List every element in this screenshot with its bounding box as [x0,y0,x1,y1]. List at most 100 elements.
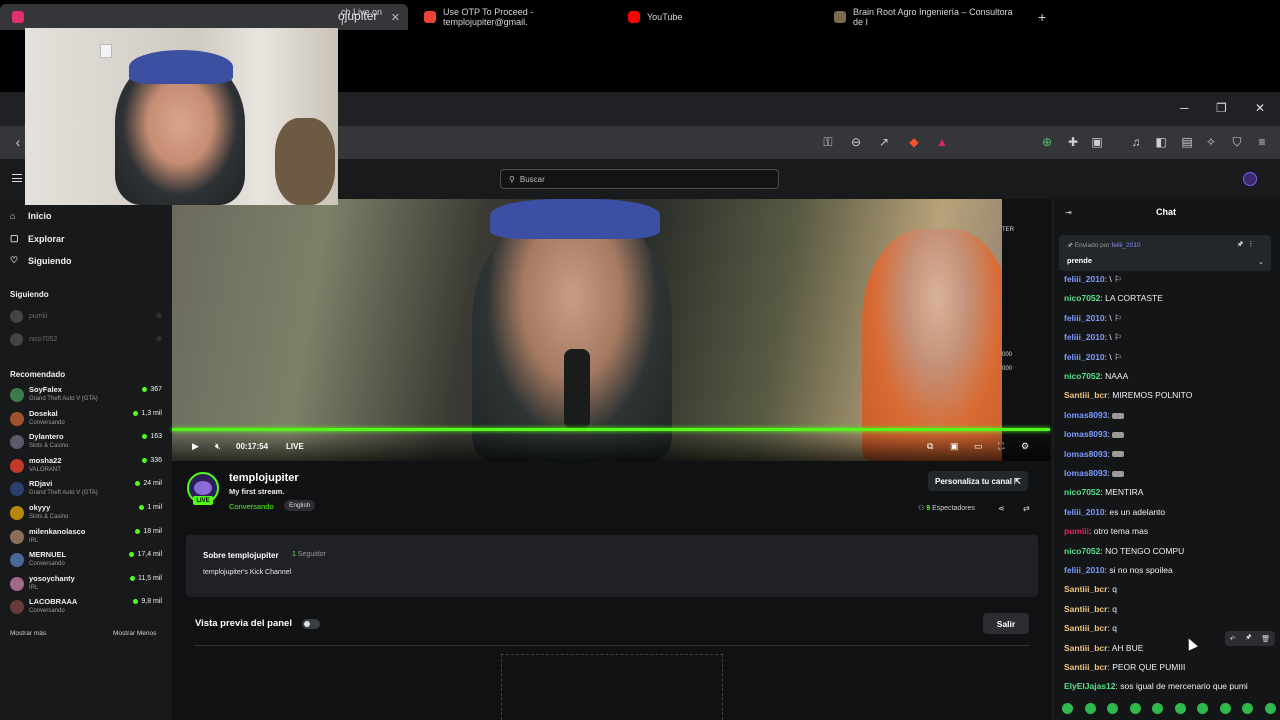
chat-message[interactable]: Santiii_bcr: q [1064,584,1117,594]
recommended-item[interactable]: mosha22 VALORANT 336 [10,456,162,478]
panel-placeholder[interactable] [501,654,723,720]
chat-username[interactable]: feliii_2010 [1064,313,1105,323]
back-icon[interactable]: ‹ [10,134,26,150]
chat-username[interactable]: Santiii_bcr [1064,390,1107,400]
sidebar-item-explorar[interactable]: ▢ Explorar [10,233,65,244]
panel-preview-toggle[interactable] [302,619,320,629]
language-tag[interactable]: English [284,500,316,511]
chat-message[interactable]: feliii_2010: \ ⚐ [1064,332,1122,343]
channel-name[interactable]: templojupiter [229,472,299,484]
recommended-item[interactable]: Dylantero Slots & Casino 163 [10,432,162,454]
emote-icon[interactable] [1264,702,1276,714]
clip-icon[interactable]: ▣ [950,441,959,452]
music-icon[interactable]: ♫ [1128,134,1144,150]
extensions-icon[interactable]: ✚ [1065,134,1081,150]
sidebar-icon[interactable]: ◧ [1153,134,1169,150]
tab-youtube[interactable]: YouTube [620,4,810,30]
theater-icon[interactable]: ▭ [974,441,983,452]
chat-message[interactable]: feliii_2010: \ ⚐ [1064,313,1122,324]
screenshot-icon[interactable]: ▣ [1089,134,1105,150]
chat-message[interactable]: lomas8093: [1064,449,1125,459]
chat-username[interactable]: feliii_2010 [1064,332,1105,342]
chat-username[interactable]: nico7052 [1064,546,1100,556]
show-more-link[interactable]: Mostrar más [10,630,46,637]
chat-username[interactable]: nico7052 [1064,487,1100,497]
add-icon[interactable]: ⊕ [1039,134,1055,150]
recommended-item[interactable]: milenkanolasco IRL 18 mil [10,527,162,549]
share-icon[interactable]: ↗ [876,134,892,150]
chat-message[interactable]: nico7052: MENTIRA [1064,487,1143,497]
brave-rewards-icon[interactable]: ▲ [934,134,950,150]
mute-icon[interactable]: 🔇︎ [215,441,221,452]
chat-message[interactable]: Santiii_bcr: q [1064,623,1117,633]
chat-message[interactable]: Santiii_bcr: AH BUE [1064,643,1143,653]
more-options-icon[interactable]: ⇄ [1023,504,1030,513]
chat-username[interactable]: feliii_2010 [1064,274,1105,284]
chat-username[interactable]: Santiii_bcr [1064,604,1107,614]
recommended-item[interactable]: SoyFalex Grand Theft Auto V (GTA) 367 [10,385,162,407]
pinned-by-user[interactable]: feliii_2010 [1111,242,1140,249]
chat-username[interactable]: feliii_2010 [1064,352,1105,362]
recommended-item[interactable]: okyyy Slots & Casino 1 mil [10,503,162,525]
chat-message[interactable]: feliii_2010: si no nos spoilea [1064,565,1173,575]
emote-icon[interactable] [1174,702,1186,714]
wallet-icon[interactable]: ▤ [1179,134,1195,150]
pin-icon[interactable]: 🖈︎ [1245,633,1251,644]
sidebar-item-siguiendo[interactable]: ♡ Siguiendo [10,255,72,266]
chat-username[interactable]: ElyElJajas12 [1064,681,1116,691]
chat-username[interactable]: nico7052 [1064,371,1100,381]
key-icon[interactable]: ⚿ [820,134,836,150]
chat-username[interactable]: pumiii [1064,526,1089,536]
reply-icon[interactable]: ↶ [1230,635,1236,643]
chat-message[interactable]: Santiii_bcr: PEOR QUE PUMIII [1064,662,1185,672]
chat-message[interactable]: Santiii_bcr: MIREMOS POLNITO [1064,390,1192,400]
chat-username[interactable]: Santiii_bcr [1064,643,1107,653]
maximize-button[interactable]: ❐ [1216,101,1227,115]
chat-username[interactable]: lomas8093 [1064,429,1107,439]
chat-username[interactable]: Santiii_bcr [1064,584,1107,594]
chat-message[interactable]: lomas8093: [1064,410,1125,420]
pip-icon[interactable]: ⧉ [927,441,933,452]
chat-message[interactable]: pumiii: otro tema mas [1064,526,1148,536]
play-icon[interactable]: ▶ [192,441,199,452]
chat-message[interactable]: Santiii_bcr: q [1064,604,1117,614]
emote-icon[interactable] [1084,702,1096,714]
stream-category[interactable]: Conversando [229,502,274,511]
chat-message[interactable]: feliii_2010: \ ⚐ [1064,352,1122,363]
recommended-item[interactable]: LACOBRAAA Conversando 9,8 mil [10,597,162,619]
sidebar-item-inicio[interactable]: ⌂ Inicio [10,211,52,221]
emote-icon[interactable] [1107,702,1119,714]
settings-icon[interactable]: ⚙ [1021,441,1029,452]
progress-bar[interactable] [172,428,1050,431]
chat-username[interactable]: lomas8093 [1064,449,1107,459]
chat-username[interactable]: Santiii_bcr [1064,623,1107,633]
video-player[interactable] [172,199,1050,461]
chat-username[interactable]: lomas8093 [1064,468,1107,478]
pin-actions-icon[interactable]: 🖈︎ ⋮ [1237,240,1254,251]
emote-icon[interactable] [1062,702,1073,714]
following-item[interactable]: pumiii ⊘ [10,308,162,324]
chat-username[interactable]: nico7052 [1064,293,1100,303]
chat-message[interactable]: ElyElJajas12: sos igual de mercenario qu… [1064,681,1248,691]
new-tab-button[interactable]: + [1030,4,1054,30]
vpn-icon[interactable]: ⛉ [1229,134,1245,150]
chat-message[interactable]: lomas8093: [1064,429,1125,439]
following-item[interactable]: nico7052 ⊘ [10,331,162,347]
chat-username[interactable]: Santiii_bcr [1064,662,1107,672]
chat-message[interactable]: nico7052: LA CORTASTE [1064,293,1163,303]
message-actions[interactable]: ↶ 🖈︎ 🗑︎ [1225,631,1275,646]
recommended-item[interactable]: RDjavi Grand Theft Auto V (GTA) 24 mil [10,479,162,501]
window-close-button[interactable]: ✕ [1255,101,1265,115]
zoom-icon[interactable]: ⊖ [848,134,864,150]
search-input[interactable]: ⚲ Buscar [500,169,779,189]
show-less-link[interactable]: Mostrar Menos [113,630,156,637]
chat-message[interactable]: feliii_2010: es un adelanto [1064,507,1165,517]
menu-icon[interactable]: ≡ [1254,134,1270,150]
fullscreen-icon[interactable]: ⛶ [998,441,1004,452]
emote-icon[interactable] [1242,702,1254,714]
emote-icon[interactable] [1197,702,1209,714]
chat-username[interactable]: feliii_2010 [1064,507,1105,517]
chevron-down-icon[interactable]: ⌄ [1258,258,1264,266]
chat-message[interactable]: nico7052: NO TENGO COMPU [1064,546,1184,556]
exit-button[interactable]: Salir [983,613,1029,634]
